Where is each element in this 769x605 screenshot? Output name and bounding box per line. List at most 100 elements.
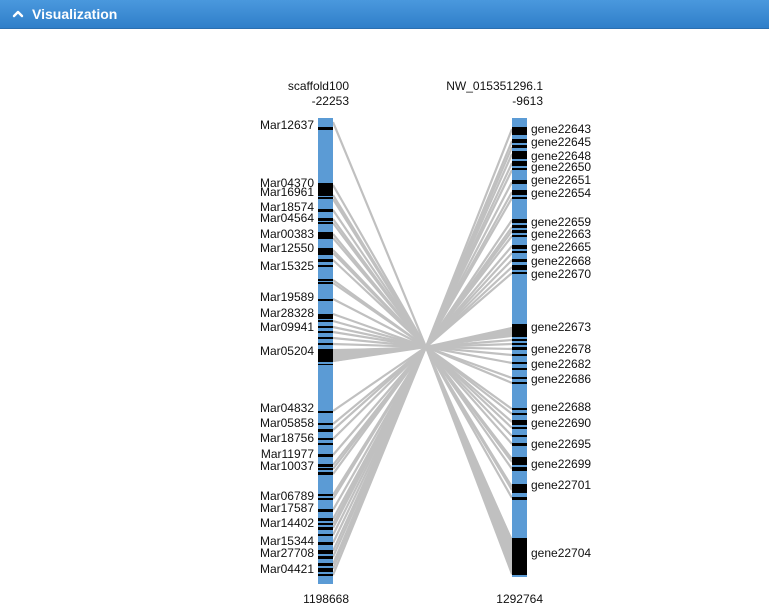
feature-mark xyxy=(512,538,527,575)
feature-mark xyxy=(318,222,333,224)
synteny-link xyxy=(332,346,427,440)
right-end-coordinate: 1292764 xyxy=(496,592,543,605)
marker-label: Mar04421 xyxy=(260,562,314,576)
feature-mark xyxy=(512,368,527,370)
chevron-up-icon[interactable] xyxy=(12,8,24,20)
gene-label: gene22643 xyxy=(531,122,591,136)
feature-mark xyxy=(512,339,527,341)
marker-label: Mar16961 xyxy=(260,185,314,199)
feature-mark xyxy=(318,472,333,475)
feature-mark xyxy=(318,527,333,530)
gene-label: gene22682 xyxy=(531,357,591,371)
feature-mark xyxy=(512,382,527,384)
visualization-panel-header[interactable]: Visualization xyxy=(0,0,769,29)
feature-mark xyxy=(318,443,333,445)
marker-label: Mar09941 xyxy=(260,320,314,334)
feature-mark xyxy=(318,343,333,345)
feature-mark xyxy=(318,423,333,425)
marker-label: Mar00383 xyxy=(260,227,314,241)
feature-mark xyxy=(318,542,333,545)
feature-mark xyxy=(318,518,333,521)
feature-mark xyxy=(318,218,333,221)
feature-mark xyxy=(512,151,527,159)
feature-mark xyxy=(512,443,527,446)
feature-mark xyxy=(318,574,333,576)
marker-label: Mar17587 xyxy=(260,501,314,515)
feature-mark xyxy=(318,331,333,333)
feature-mark xyxy=(512,259,527,262)
gene-label: gene22704 xyxy=(531,546,591,560)
gene-label: gene22651 xyxy=(531,173,591,187)
feature-mark xyxy=(318,429,333,432)
feature-mark xyxy=(318,259,333,262)
feature-mark xyxy=(318,252,333,255)
feature-mark xyxy=(512,324,527,337)
feature-mark xyxy=(318,232,333,237)
feature-mark xyxy=(512,408,527,410)
marker-label: Mar19589 xyxy=(260,290,314,304)
marker-label: Mar05204 xyxy=(260,344,314,358)
feature-mark xyxy=(318,509,333,512)
feature-mark xyxy=(318,349,333,362)
feature-mark xyxy=(318,454,333,457)
feature-mark xyxy=(318,534,333,536)
feature-mark xyxy=(318,237,333,239)
synteny-diagram: scaffold100 -22253 1198668 NW_015351296.… xyxy=(260,79,591,605)
feature-mark xyxy=(512,197,527,199)
feature-mark xyxy=(512,245,527,249)
feature-mark xyxy=(512,235,527,237)
feature-mark xyxy=(318,193,333,196)
feature-mark xyxy=(512,457,527,465)
feature-mark xyxy=(318,364,333,365)
gene-label: gene22650 xyxy=(531,160,591,174)
right-chromosome-name: NW_015351296.1 xyxy=(446,79,543,93)
feature-mark xyxy=(318,197,333,199)
gene-label: gene22663 xyxy=(531,227,591,241)
left-end-coordinate: 1198668 xyxy=(303,592,349,605)
marker-label: Mar18756 xyxy=(260,431,314,445)
feature-mark xyxy=(512,161,527,166)
feature-mark xyxy=(512,354,527,356)
left-marker-labels: Mar12637Mar04370Mar16961Mar18574Mar04564… xyxy=(260,118,314,576)
feature-mark xyxy=(318,209,333,212)
feature-mark xyxy=(318,127,333,130)
feature-mark xyxy=(318,337,333,339)
gene-label: gene22701 xyxy=(531,478,591,492)
gene-label: gene22690 xyxy=(531,416,591,430)
feature-mark xyxy=(318,464,333,467)
marker-label: Mar12550 xyxy=(260,241,314,255)
left-chromosome-name: scaffold100 xyxy=(288,79,349,93)
feature-mark xyxy=(512,145,527,148)
gene-label: gene22654 xyxy=(531,186,591,200)
feature-mark xyxy=(512,180,527,184)
feature-mark xyxy=(512,377,527,379)
gene-label: gene22695 xyxy=(531,437,591,451)
gene-label: gene22699 xyxy=(531,457,591,471)
panel-title: Visualization xyxy=(32,6,118,22)
marker-label: Mar14402 xyxy=(260,516,314,530)
left-start-coordinate: -22253 xyxy=(312,94,350,108)
feature-mark xyxy=(512,127,527,135)
gene-label: gene22678 xyxy=(531,342,591,356)
feature-mark xyxy=(512,347,527,350)
feature-mark xyxy=(318,299,333,301)
marker-label: Mar04564 xyxy=(260,211,314,225)
feature-mark xyxy=(512,230,527,233)
feature-mark xyxy=(512,497,527,500)
feature-mark xyxy=(318,498,333,500)
feature-mark xyxy=(512,343,527,345)
feature-mark xyxy=(512,219,527,223)
feature-mark xyxy=(318,494,333,496)
gene-label: gene22668 xyxy=(531,254,591,268)
feature-mark xyxy=(512,139,527,143)
gene-label: gene22670 xyxy=(531,267,591,281)
feature-mark xyxy=(512,265,527,270)
feature-mark xyxy=(318,523,333,525)
right-start-coordinate: -9613 xyxy=(512,94,543,108)
right-gene-labels: gene22643gene22645gene22648gene22650gene… xyxy=(531,122,591,560)
feature-mark xyxy=(318,411,333,413)
marker-label: Mar05858 xyxy=(260,416,314,430)
feature-mark xyxy=(318,556,333,559)
feature-mark xyxy=(512,272,527,274)
feature-mark xyxy=(318,568,333,572)
